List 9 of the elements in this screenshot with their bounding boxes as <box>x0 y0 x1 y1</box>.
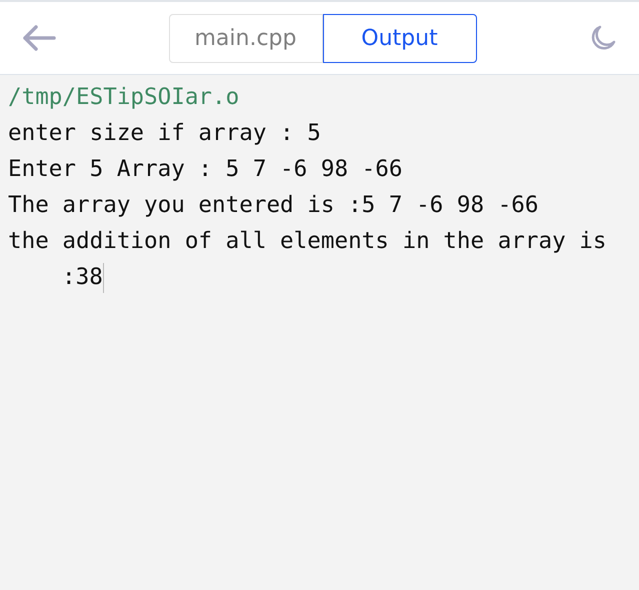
output-line: the addition of all elements in the array is :38 <box>8 223 639 295</box>
file-tab[interactable]: main.cpp <box>168 14 322 62</box>
file-tab[interactable]: Output <box>322 14 476 62</box>
output-line: enter size if array : 5 <box>8 119 321 148</box>
output-line: Enter 5 Array : 5 7 -6 98 -66 <box>8 155 402 184</box>
output-line: The array you entered is :5 7 -6 98 -66 <box>8 191 539 220</box>
back-arrow-icon[interactable] <box>22 24 56 52</box>
file-path-text: /tmp/ESTipSOIar.o <box>8 83 240 112</box>
moon-icon[interactable] <box>589 24 617 52</box>
